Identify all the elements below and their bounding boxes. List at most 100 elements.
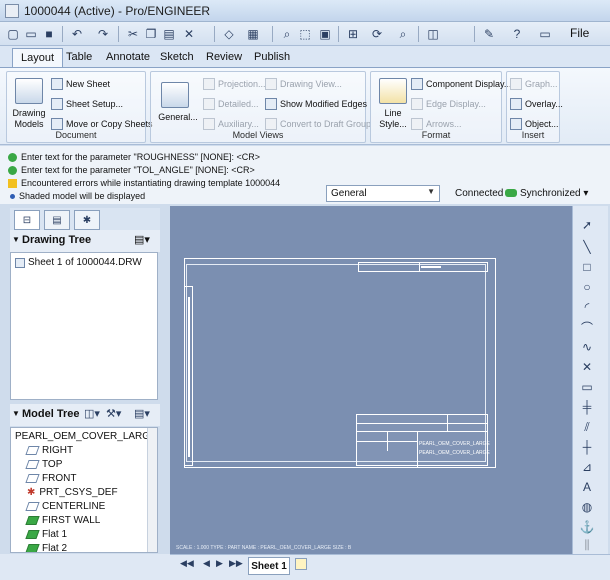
tools-icon[interactable]: ⚒▾ bbox=[106, 407, 121, 420]
construction-icon[interactable]: ⊿ bbox=[576, 458, 598, 476]
model-tree-item[interactable]: ✱ PRT_CSYS_DEF bbox=[27, 487, 118, 498]
show-icon[interactable]: ◫▾ bbox=[84, 407, 100, 420]
tab-annotate[interactable]: Annotate bbox=[98, 48, 158, 68]
sketch-icon[interactable]: ✎ bbox=[480, 25, 498, 43]
line-style-icon[interactable] bbox=[379, 78, 407, 104]
fillet-icon[interactable]: ⌒ bbox=[576, 318, 598, 336]
collapse-icon[interactable]: ▼ bbox=[12, 409, 20, 418]
title-block: PEARL_OEM_COVER_LARGE PEARL_OEM_COVER_LA… bbox=[356, 414, 490, 467]
model-tree-item[interactable]: FRONT bbox=[25, 473, 76, 484]
windows-icon[interactable]: ▦ bbox=[244, 25, 262, 43]
open-icon[interactable]: ▭ bbox=[22, 25, 40, 43]
tab-layout[interactable]: Layout bbox=[12, 48, 64, 68]
add-sheet-icon[interactable] bbox=[295, 558, 307, 570]
revision-block bbox=[358, 262, 488, 272]
edge-display-button[interactable]: Edge Display... bbox=[411, 98, 486, 110]
first-sheet-icon[interactable]: ◀◀ bbox=[180, 558, 194, 569]
model-tree-root[interactable]: PEARL_OEM_COVER_LARGE.PRT bbox=[15, 431, 157, 442]
zoom-icon[interactable]: ⌕ bbox=[394, 25, 412, 43]
line-style-button[interactable]: Line Style... bbox=[373, 108, 413, 130]
refit-icon[interactable]: ⊞ bbox=[344, 25, 362, 43]
redo-icon[interactable]: ↷ bbox=[94, 25, 112, 43]
model-tree-item[interactable]: FIRST WALL bbox=[25, 515, 100, 526]
drawing-models-icon[interactable] bbox=[15, 78, 43, 104]
convert-draft-group-button[interactable]: Convert to Draft Group bbox=[265, 118, 371, 130]
regenerate-icon[interactable]: ◇ bbox=[220, 25, 238, 43]
paste-icon[interactable]: ▤ bbox=[160, 25, 178, 43]
tab-folder-browser[interactable]: ▤ bbox=[44, 210, 70, 230]
sync-status[interactable]: Synchronized ▾ bbox=[520, 188, 588, 199]
file-menu-button[interactable]: File bbox=[570, 26, 589, 40]
arc-icon[interactable]: ◜ bbox=[576, 298, 598, 316]
overlay-button[interactable]: Overlay... bbox=[510, 98, 563, 110]
text-icon[interactable]: A bbox=[576, 478, 598, 496]
hatch-icon[interactable]: ◍ bbox=[576, 498, 598, 516]
next-sheet-icon[interactable]: ▶ bbox=[216, 558, 223, 569]
filter-icon[interactable]: ▣ bbox=[316, 25, 334, 43]
tree-settings-icon[interactable]: ▤▾ bbox=[134, 233, 150, 246]
mirror-icon[interactable]: ⫽ bbox=[576, 418, 598, 436]
tab-model-tree[interactable]: ⊟ bbox=[14, 210, 40, 230]
object-button[interactable]: Object... bbox=[510, 118, 559, 130]
settings-icon[interactable]: ▤▾ bbox=[134, 407, 150, 420]
select-arrow-icon[interactable]: ➚ bbox=[576, 216, 598, 234]
sheet-tab-1[interactable]: Sheet 1 bbox=[248, 557, 290, 575]
prev-sheet-icon[interactable]: ◀ bbox=[203, 558, 210, 569]
tab-publish[interactable]: Publish bbox=[246, 48, 298, 68]
select-box-icon[interactable]: ⬚ bbox=[296, 25, 314, 43]
arrows-button[interactable]: Arrows... bbox=[411, 118, 462, 130]
projection-button[interactable]: Projection... bbox=[203, 78, 266, 90]
undo-icon[interactable]: ↶ bbox=[68, 25, 86, 43]
collapse-icon[interactable]: ▼ bbox=[12, 235, 20, 244]
graph-button[interactable]: Graph... bbox=[510, 78, 558, 90]
rectangle-icon[interactable]: □ bbox=[576, 258, 598, 276]
tab-review[interactable]: Review bbox=[198, 48, 250, 68]
detailed-button[interactable]: Detailed... bbox=[203, 98, 259, 110]
new-sheet-icon bbox=[51, 78, 63, 90]
drawing-models-button[interactable]: Drawing Models bbox=[9, 108, 49, 130]
point-icon[interactable]: ✕ bbox=[576, 358, 598, 376]
last-sheet-icon[interactable]: ▶▶ bbox=[229, 558, 243, 569]
filter-select[interactable]: General ▼ bbox=[326, 185, 440, 202]
repaint-icon[interactable]: ⟳ bbox=[368, 25, 386, 43]
auxiliary-button[interactable]: Auxiliary... bbox=[203, 118, 259, 130]
copy-icon[interactable]: ❐ bbox=[142, 25, 160, 43]
divide-icon[interactable]: ┼ bbox=[576, 438, 598, 456]
circle-icon[interactable]: ○ bbox=[576, 278, 598, 296]
group-icon[interactable]: ⫼ bbox=[576, 536, 598, 554]
whats-this-icon[interactable]: ? bbox=[508, 25, 526, 43]
show-modified-edges-button[interactable]: Show Modified Edges bbox=[265, 98, 367, 110]
window-menu-icon[interactable]: ▭ bbox=[536, 25, 554, 43]
model-tree-item[interactable]: Flat 1 bbox=[25, 529, 67, 540]
trim-icon[interactable]: ╪ bbox=[576, 398, 598, 416]
model-tree-item[interactable]: TOP bbox=[25, 459, 62, 470]
general-view-button[interactable]: General... bbox=[153, 112, 203, 123]
drawing-tree-item[interactable]: Sheet 1 of 1000044.DRW bbox=[15, 257, 142, 268]
new-icon[interactable]: ▢ bbox=[4, 25, 22, 43]
model-tree-scrollbar[interactable] bbox=[147, 428, 157, 552]
component-display-button[interactable]: Component Display... bbox=[411, 78, 511, 90]
display-style-icon[interactable]: ◫ bbox=[424, 25, 442, 43]
sheet-setup-button[interactable]: Sheet Setup... bbox=[51, 98, 123, 110]
model-tree-item[interactable]: CENTERLINE bbox=[25, 501, 105, 512]
move-copy-sheets-button[interactable]: Move or Copy Sheets bbox=[51, 118, 153, 130]
symbol-icon[interactable]: ⚓ bbox=[576, 518, 598, 536]
group-label-document: Document bbox=[55, 130, 97, 140]
tab-favorites[interactable]: ✱ bbox=[74, 210, 100, 230]
offset-icon[interactable]: ▭ bbox=[576, 378, 598, 396]
model-tree-item[interactable]: Flat 2 bbox=[25, 543, 67, 552]
find-icon[interactable]: ⌕ bbox=[278, 25, 296, 43]
message-line: Enter text for the parameter "ROUGHNESS"… bbox=[8, 152, 260, 162]
tab-sketch[interactable]: Sketch bbox=[152, 48, 202, 68]
save-icon[interactable]: ■ bbox=[40, 25, 58, 43]
model-tree-item[interactable]: RIGHT bbox=[25, 445, 73, 456]
delete-icon[interactable]: ✕ bbox=[180, 25, 198, 43]
tab-table[interactable]: Table bbox=[58, 48, 100, 68]
general-view-icon[interactable] bbox=[161, 82, 189, 108]
line-icon[interactable]: ╲ bbox=[576, 238, 598, 256]
spline-icon[interactable]: ∿ bbox=[576, 338, 598, 356]
new-sheet-button[interactable]: New Sheet bbox=[51, 78, 110, 90]
model-tree-title: Model Tree bbox=[22, 408, 80, 420]
drawing-view-button[interactable]: Drawing View... bbox=[265, 78, 342, 90]
cut-icon[interactable]: ✂ bbox=[124, 25, 142, 43]
